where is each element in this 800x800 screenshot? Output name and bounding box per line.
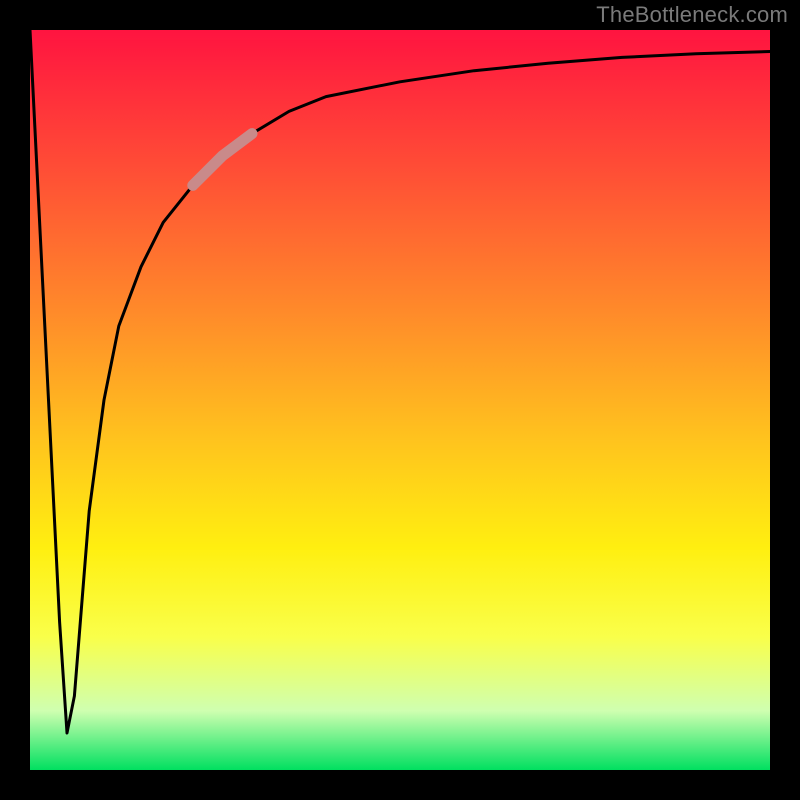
chart-frame: TheBottleneck.com xyxy=(0,0,800,800)
plot-area xyxy=(30,30,770,770)
watermark-text: TheBottleneck.com xyxy=(596,2,788,28)
curve-highlight-segment xyxy=(193,134,252,186)
curve-svg xyxy=(30,30,770,770)
bottleneck-curve xyxy=(30,30,770,733)
